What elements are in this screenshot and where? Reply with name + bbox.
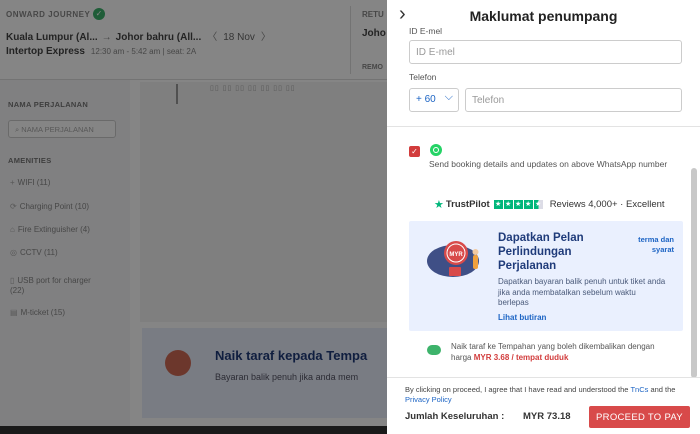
email-label: ID E-mel — [409, 26, 443, 36]
tncs-link[interactable]: TnCs — [630, 385, 648, 394]
proceed-to-pay-button[interactable]: PROCEED TO PAY — [589, 406, 690, 428]
trustpilot-rating: ★ TrustPilot ★ ★ ★ ★ ★ Reviews 4,000+ · Exce… — [434, 198, 665, 211]
insurance-description: Dapatkan bayaran balik penuh untuk tiket… — [498, 277, 666, 307]
scrollbar[interactable] — [691, 168, 697, 378]
privacy-policy-link[interactable]: Privacy Policy — [405, 395, 452, 404]
terms-link[interactable]: terma dan syarat — [614, 235, 674, 255]
total-amount: MYR 73.18 — [523, 411, 571, 422]
consent-and: and the — [650, 385, 676, 394]
phone-label: Telefon — [409, 72, 437, 82]
trustpilot-star-icon: ★ — [434, 199, 444, 211]
country-code-value: + 60 — [416, 94, 436, 105]
trustpilot-reviews: Reviews 4,000+ · Excellent — [549, 199, 665, 210]
chevron-down-icon: ⌵ — [444, 91, 453, 103]
country-code-select[interactable]: + 60 ⌵ — [409, 88, 459, 112]
email-input[interactable] — [409, 40, 682, 64]
divider — [387, 126, 700, 127]
phone-input[interactable] — [465, 88, 682, 112]
view-details-link[interactable]: Lihat butiran — [498, 313, 546, 322]
upgrade-price: MYR 3.68 / tempat duduk — [473, 353, 569, 362]
consent-prefix: By clicking on proceed, I agree that I h… — [405, 385, 629, 394]
upgrade-text: Naik taraf ke Tempahan yang boleh dikemb… — [451, 341, 661, 363]
travel-protection-illustration-icon: MYR — [427, 241, 479, 277]
myr-badge-text: MYR — [449, 252, 463, 258]
whatsapp-icon — [430, 144, 442, 156]
panel-title: Maklumat penumpang — [469, 8, 618, 24]
toggle-icon[interactable] — [427, 345, 441, 355]
divider — [387, 377, 700, 378]
total-label: Jumlah Keseluruhan : — [405, 411, 505, 422]
insurance-title: Dapatkan Pelan Perlindungan Perjalanan — [498, 232, 584, 272]
travel-protection-card: MYR Dapatkan Pelan Perlindungan Perjalan… — [409, 221, 683, 331]
whatsapp-consent-text: Send booking details and updates on abov… — [429, 159, 668, 169]
passenger-details-panel: › Maklumat penumpang ID E-mel Telefon + … — [387, 0, 700, 434]
refundable-upgrade-option[interactable]: Naik taraf ke Tempahan yang boleh dikemb… — [409, 336, 683, 370]
rating-stars-icon: ★ ★ ★ ★ ★ — [493, 200, 543, 209]
whatsapp-checkbox[interactable]: ✓ — [409, 146, 420, 157]
consent-text: By clicking on proceed, I agree that I h… — [405, 385, 695, 405]
trustpilot-name: TrustPilot — [445, 199, 490, 210]
